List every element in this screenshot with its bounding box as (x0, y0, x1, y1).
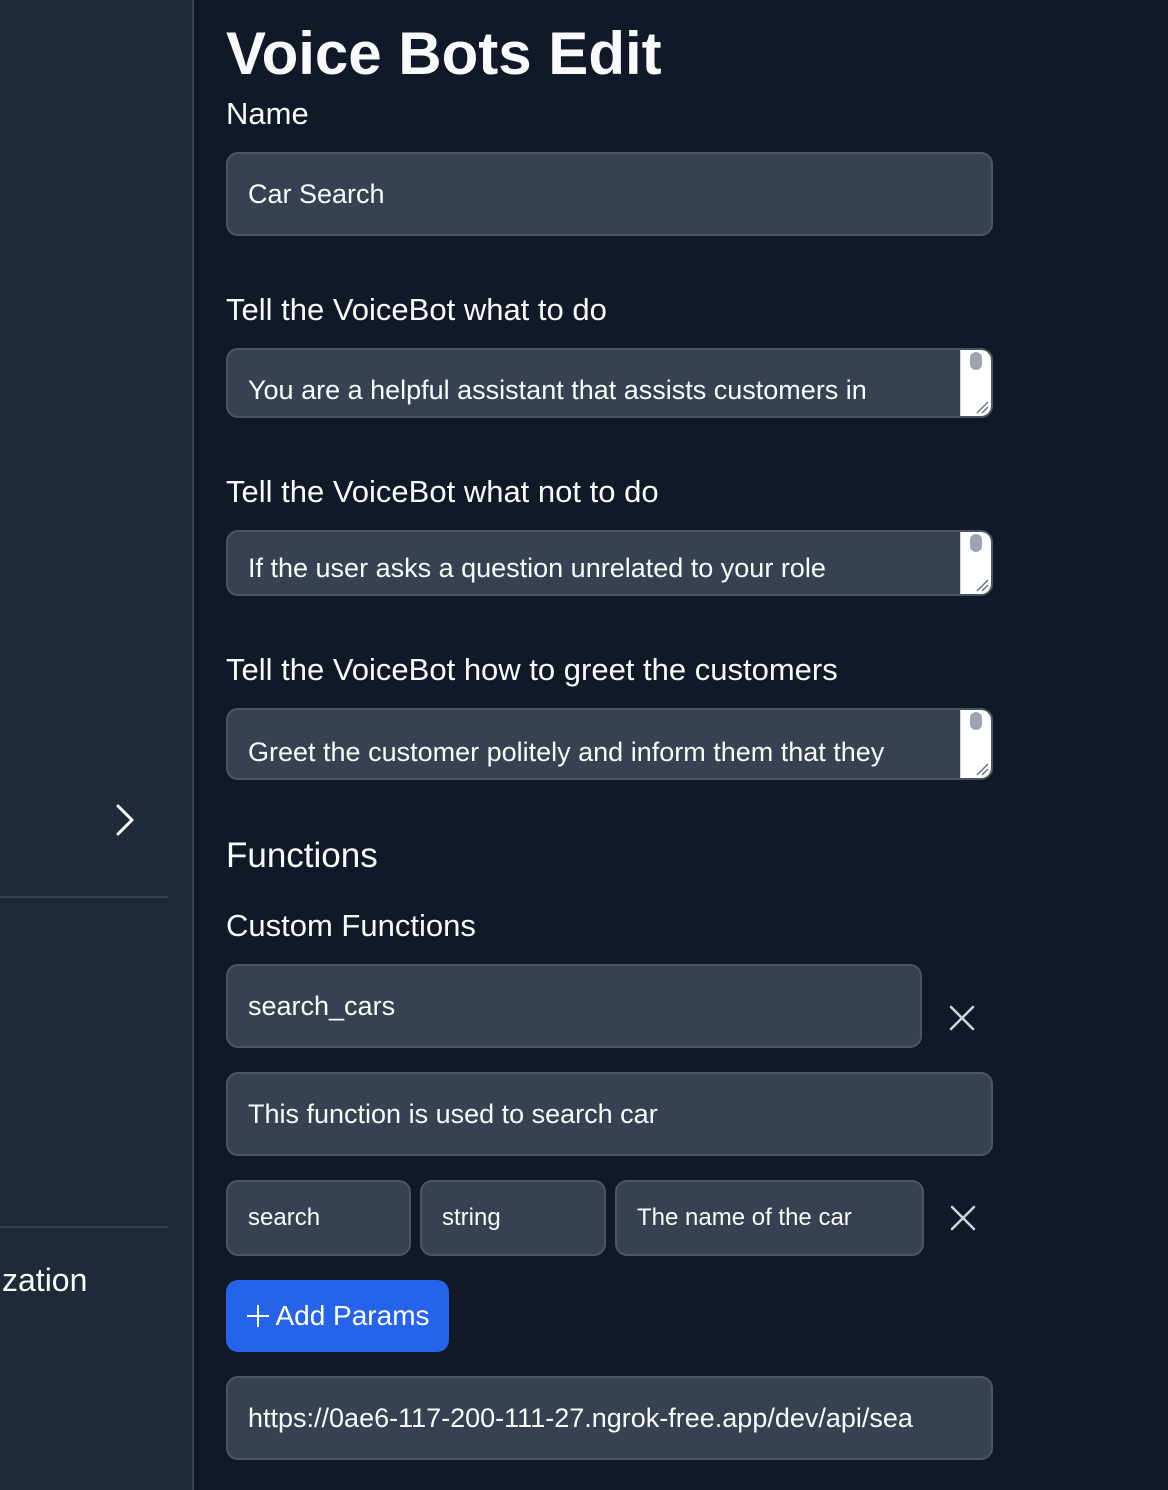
scrollbar[interactable] (960, 350, 991, 416)
resize-handle-icon[interactable] (975, 400, 989, 414)
greet-textarea-value: Greet the customer politely and inform t… (248, 737, 885, 767)
name-input[interactable]: Car Search (226, 152, 993, 236)
todo-textarea[interactable]: You are a helpful assistant that assists… (226, 348, 993, 418)
remove-param-button[interactable] (943, 1198, 983, 1238)
todo-textarea-value: You are a helpful assistant that assists… (248, 375, 867, 405)
param-type-input[interactable]: string (420, 1180, 606, 1256)
greet-textarea[interactable]: Greet the customer politely and inform t… (226, 708, 993, 780)
close-icon (950, 1205, 976, 1231)
not-todo-textarea[interactable]: If the user asks a question unrelated to… (226, 530, 993, 596)
param-name-input[interactable]: search (226, 1180, 411, 1256)
todo-label: Tell the VoiceBot what to do (226, 292, 607, 327)
param-type-value: string (442, 1204, 501, 1231)
resize-handle-icon[interactable] (975, 762, 989, 776)
param-name-value: search (248, 1204, 321, 1231)
scrollbar[interactable] (960, 532, 991, 594)
name-label: Name (226, 96, 309, 131)
not-todo-label: Tell the VoiceBot what not to do (226, 474, 659, 509)
sidebar-divider (0, 896, 168, 898)
scrollbar-thumb[interactable] (970, 712, 982, 730)
function-name-input[interactable]: search_cars (226, 964, 922, 1048)
page-title: Voice Bots Edit (226, 20, 662, 87)
custom-functions-heading: Custom Functions (226, 908, 476, 943)
plus-icon (245, 1303, 271, 1329)
endpoint-url-value: https://0ae6-117-200-111-27.ngrok-free.a… (248, 1402, 913, 1433)
function-description-value: This function is used to search car (248, 1098, 658, 1129)
sidebar-divider (0, 1226, 168, 1228)
scrollbar-thumb[interactable] (970, 352, 982, 370)
sidebar-item-label[interactable]: zation (0, 1262, 87, 1299)
param-description-input[interactable]: The name of the car (615, 1180, 924, 1256)
scrollbar-thumb[interactable] (970, 534, 982, 552)
functions-heading: Functions (226, 836, 378, 875)
close-icon (949, 1005, 975, 1031)
add-params-label: Add Params (275, 1300, 430, 1331)
not-todo-textarea-value: If the user asks a question unrelated to… (248, 553, 826, 583)
name-input-value: Car Search (248, 178, 385, 209)
function-name-value: search_cars (248, 990, 396, 1021)
greet-label: Tell the VoiceBot how to greet the custo… (226, 652, 838, 687)
sidebar: zation (0, 0, 194, 1490)
param-description-value: The name of the car (637, 1204, 852, 1231)
endpoint-url-input[interactable]: https://0ae6-117-200-111-27.ngrok-free.a… (226, 1376, 993, 1460)
add-params-button[interactable]: Add Params (226, 1280, 449, 1352)
remove-function-button[interactable] (942, 998, 982, 1038)
resize-handle-icon[interactable] (975, 578, 989, 592)
function-description-input[interactable]: This function is used to search car (226, 1072, 993, 1156)
scrollbar[interactable] (960, 710, 991, 778)
chevron-right-icon[interactable] (110, 802, 140, 838)
